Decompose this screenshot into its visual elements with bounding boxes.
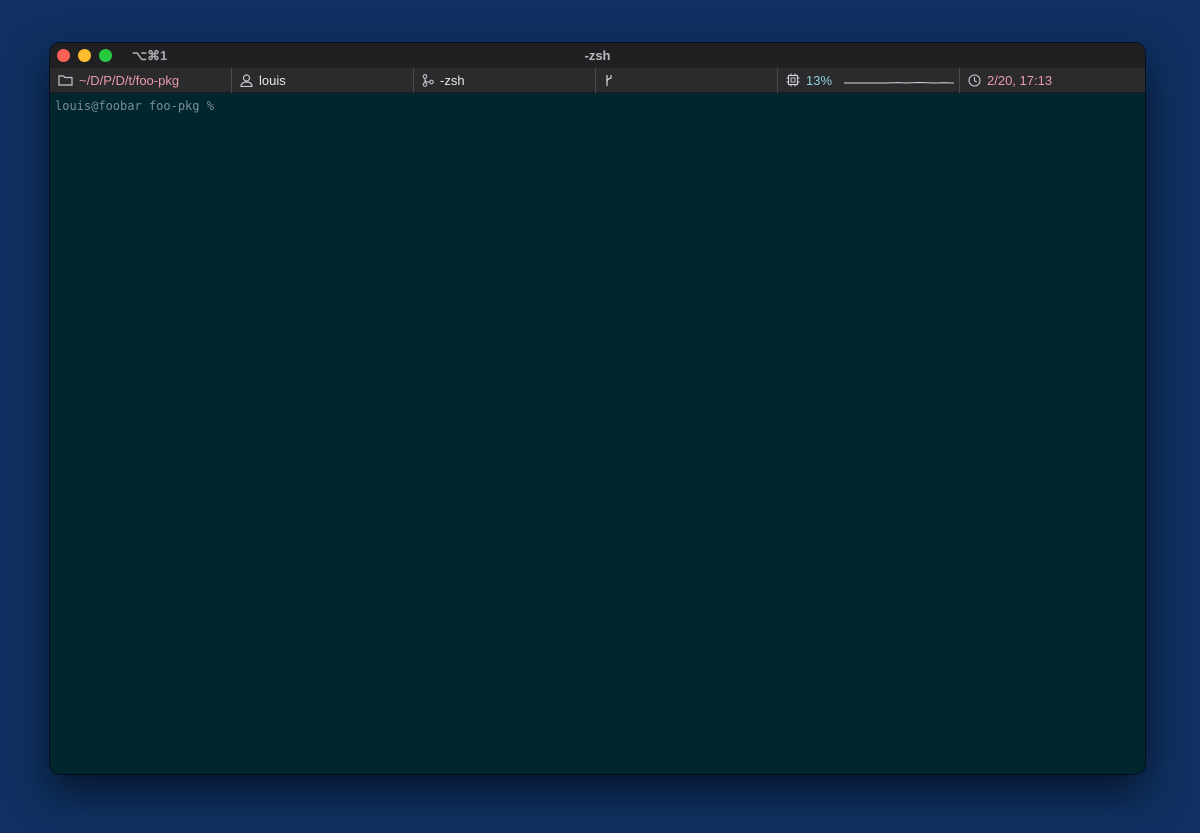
cpu-sparkline: [844, 81, 955, 84]
close-button[interactable]: [57, 49, 70, 62]
window-controls: [57, 49, 112, 62]
status-user[interactable]: louis: [232, 67, 414, 93]
status-clock[interactable]: 2/20, 17:13: [960, 68, 1145, 93]
cpu-icon: [786, 73, 800, 87]
shell-prompt: louis@foobar foo-pkg %: [55, 99, 214, 113]
status-path[interactable]: ~/D/P/D/t/foo-pkg: [50, 67, 232, 93]
minimize-button[interactable]: [78, 49, 91, 62]
status-clock-label: 2/20, 17:13: [987, 72, 1053, 88]
git-branch-icon: [606, 74, 612, 86]
status-job[interactable]: -zsh: [414, 67, 596, 93]
title-bar[interactable]: ⌥⌘1 -zsh: [50, 43, 1145, 68]
status-branch[interactable]: [596, 67, 778, 93]
window-title: -zsh: [584, 48, 611, 63]
terminal-content[interactable]: louis@foobar foo-pkg %: [50, 93, 1145, 119]
process-icon: [422, 73, 434, 87]
folder-icon: [58, 75, 73, 86]
status-user-label: louis: [259, 72, 286, 88]
user-icon: [240, 73, 253, 87]
status-job-label: -zsh: [440, 72, 465, 88]
status-path-label: ~/D/P/D/t/foo-pkg: [79, 72, 180, 88]
status-bar: ~/D/P/D/t/foo-pkg louis -zsh 13% 2/20, 1…: [50, 67, 1145, 93]
status-cpu-label: 13%: [806, 72, 833, 88]
maximize-button[interactable]: [99, 49, 112, 62]
window-shortcut: ⌥⌘1: [132, 47, 168, 63]
terminal-window: ⌥⌘1 -zsh ~/D/P/D/t/foo-pkg louis -zsh 13…: [50, 43, 1145, 774]
clock-icon: [968, 73, 981, 87]
status-cpu[interactable]: 13%: [778, 67, 960, 93]
